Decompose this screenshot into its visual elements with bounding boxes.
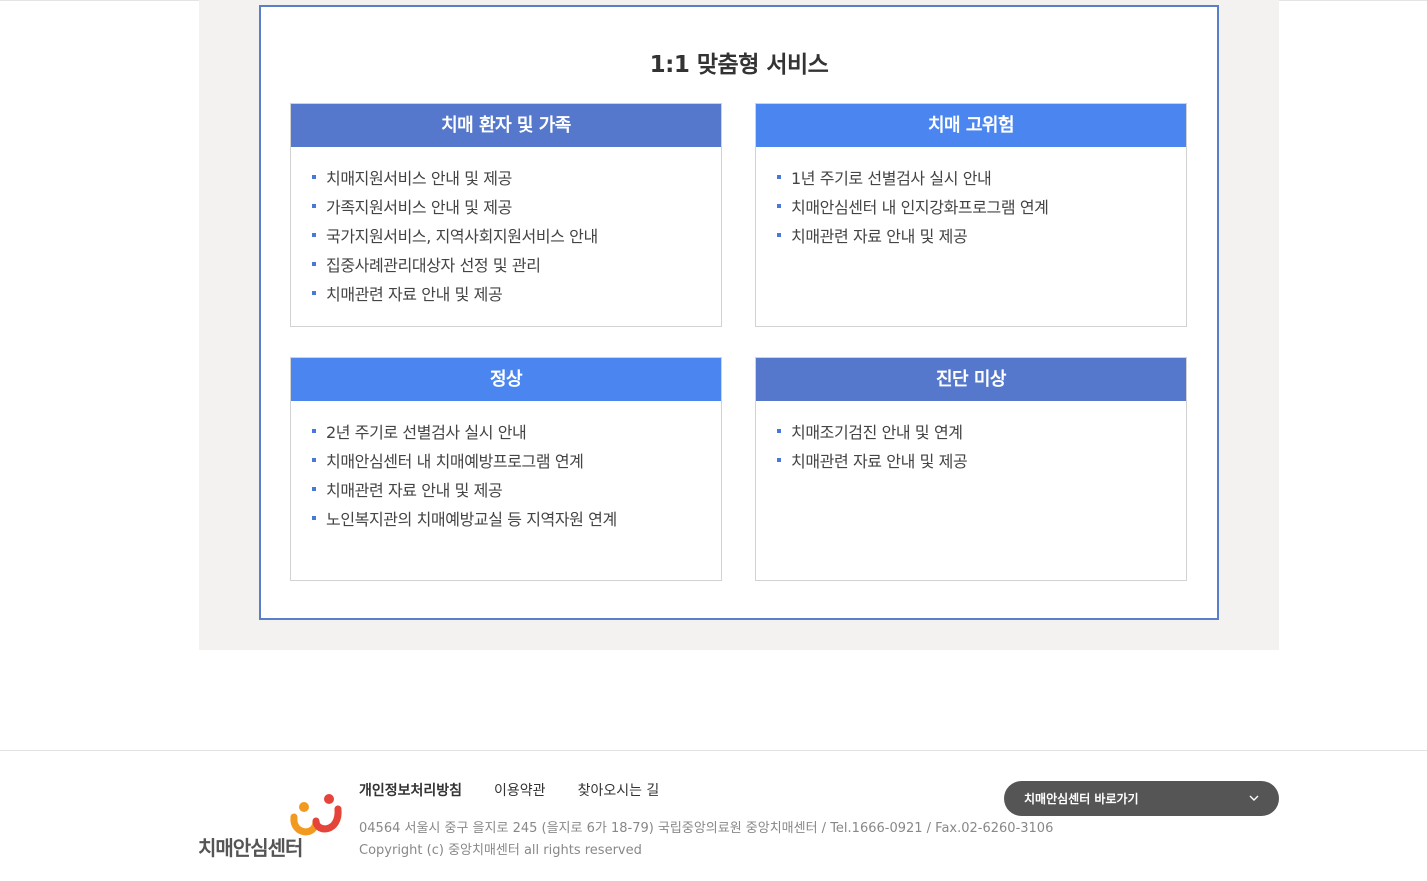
bullet-icon (312, 429, 316, 433)
card-list: 2년 주기로 선별검사 실시 안내 치매안심센터 내 치매예방프로그램 연계 치… (291, 401, 721, 538)
footer-links: 개인정보처리방침 이용약관 찾아오시는 길 (359, 780, 659, 800)
list-item-text: 치매관련 자료 안내 및 제공 (791, 452, 968, 471)
center-shortcut-select[interactable]: 치매안심센터 바로가기 (1004, 781, 1279, 816)
service-title: 1:1 맞춤형 서비스 (649, 52, 829, 78)
bullet-icon (312, 233, 316, 237)
logo[interactable]: 치매안심센터 (198, 793, 348, 863)
card-title: 정상 (291, 358, 721, 401)
list-item-text: 2년 주기로 선별검사 실시 안내 (326, 423, 527, 442)
list-item: 치매안심센터 내 인지강화프로그램 연계 (776, 197, 1186, 226)
card-title: 치매 환자 및 가족 (291, 104, 721, 147)
list-item: 치매지원서비스 안내 및 제공 (311, 168, 721, 197)
card-list: 1년 주기로 선별검사 실시 안내 치매안심센터 내 인지강화프로그램 연계 치… (756, 147, 1186, 255)
logo-text: 치매안심센터 (198, 836, 303, 860)
list-item-text: 국가지원서비스, 지역사회지원서비스 안내 (326, 227, 598, 246)
bullet-icon (777, 204, 781, 208)
card-title: 치매 고위험 (756, 104, 1186, 147)
list-item: 2년 주기로 선별검사 실시 안내 (311, 422, 721, 451)
list-item: 1년 주기로 선별검사 실시 안내 (776, 168, 1186, 197)
bullet-icon (312, 175, 316, 179)
list-item-text: 노인복지관의 치매예방교실 등 지역자원 연계 (326, 510, 617, 529)
list-item: 국가지원서비스, 지역사회지원서비스 안내 (311, 226, 721, 255)
list-item: 치매안심센터 내 치매예방프로그램 연계 (311, 451, 721, 480)
list-item: 치매관련 자료 안내 및 제공 (776, 451, 1186, 480)
bullet-icon (312, 291, 316, 295)
shortcut-label: 치매안심센터 바로가기 (1024, 792, 1139, 806)
card-normal: 정상 2년 주기로 선별검사 실시 안내 치매안심센터 내 치매예방프로그램 연… (290, 357, 722, 581)
bullet-icon (777, 458, 781, 462)
bullet-icon (777, 175, 781, 179)
list-item-text: 치매안심센터 내 치매예방프로그램 연계 (326, 452, 584, 471)
bullet-icon (312, 204, 316, 208)
list-item-text: 치매관련 자료 안내 및 제공 (791, 227, 968, 246)
card-undiagnosed: 진단 미상 치매조기검진 안내 및 연계 치매관련 자료 안내 및 제공 (755, 357, 1187, 581)
list-item-text: 가족지원서비스 안내 및 제공 (326, 198, 512, 217)
card-high-risk: 치매 고위험 1년 주기로 선별검사 실시 안내 치매안심센터 내 인지강화프로… (755, 103, 1187, 327)
bullet-icon (312, 458, 316, 462)
list-item-text: 치매조기검진 안내 및 연계 (791, 423, 963, 442)
list-item: 치매조기검진 안내 및 연계 (776, 422, 1186, 451)
footer-copyright: Copyright (c) 중앙치매센터 all rights reserved (359, 843, 642, 858)
footer-divider (0, 750, 1427, 751)
list-item: 집중사례관리대상자 선정 및 관리 (311, 255, 721, 284)
list-item: 가족지원서비스 안내 및 제공 (311, 197, 721, 226)
privacy-policy-link[interactable]: 개인정보처리방침 (359, 780, 462, 800)
bullet-icon (312, 487, 316, 491)
list-item: 치매관련 자료 안내 및 제공 (776, 226, 1186, 255)
list-item-text: 치매관련 자료 안내 및 제공 (326, 285, 503, 304)
bullet-icon (777, 233, 781, 237)
list-item-text: 치매지원서비스 안내 및 제공 (326, 169, 512, 188)
list-item: 치매관련 자료 안내 및 제공 (311, 480, 721, 509)
list-item-text: 1년 주기로 선별검사 실시 안내 (791, 169, 992, 188)
list-item: 치매관련 자료 안내 및 제공 (311, 284, 721, 313)
card-dementia-patient-family: 치매 환자 및 가족 치매지원서비스 안내 및 제공 가족지원서비스 안내 및 … (290, 103, 722, 327)
bullet-icon (312, 262, 316, 266)
list-item-text: 치매관련 자료 안내 및 제공 (326, 481, 503, 500)
chevron-down-icon (1249, 795, 1259, 801)
terms-link[interactable]: 이용약관 (494, 780, 546, 800)
footer-address: 04564 서울시 중구 을지로 245 (을지로 6가 18-79) 국립중앙… (359, 821, 1054, 836)
card-list: 치매지원서비스 안내 및 제공 가족지원서비스 안내 및 제공 국가지원서비스,… (291, 147, 721, 313)
list-item-text: 치매안심센터 내 인지강화프로그램 연계 (791, 198, 1049, 217)
list-item-text: 집중사례관리대상자 선정 및 관리 (326, 256, 541, 275)
custom-service-box: 1:1 맞춤형 서비스 치매 환자 및 가족 치매지원서비스 안내 및 제공 가… (259, 5, 1219, 620)
bullet-icon (312, 516, 316, 520)
page: 1:1 맞춤형 서비스 치매 환자 및 가족 치매지원서비스 안내 및 제공 가… (0, 0, 1427, 881)
list-item: 노인복지관의 치매예방교실 등 지역자원 연계 (311, 509, 721, 538)
card-title: 진단 미상 (756, 358, 1186, 401)
bullet-icon (777, 429, 781, 433)
directions-link[interactable]: 찾아오시는 길 (578, 780, 660, 800)
card-list: 치매조기검진 안내 및 연계 치매관련 자료 안내 및 제공 (756, 401, 1186, 480)
